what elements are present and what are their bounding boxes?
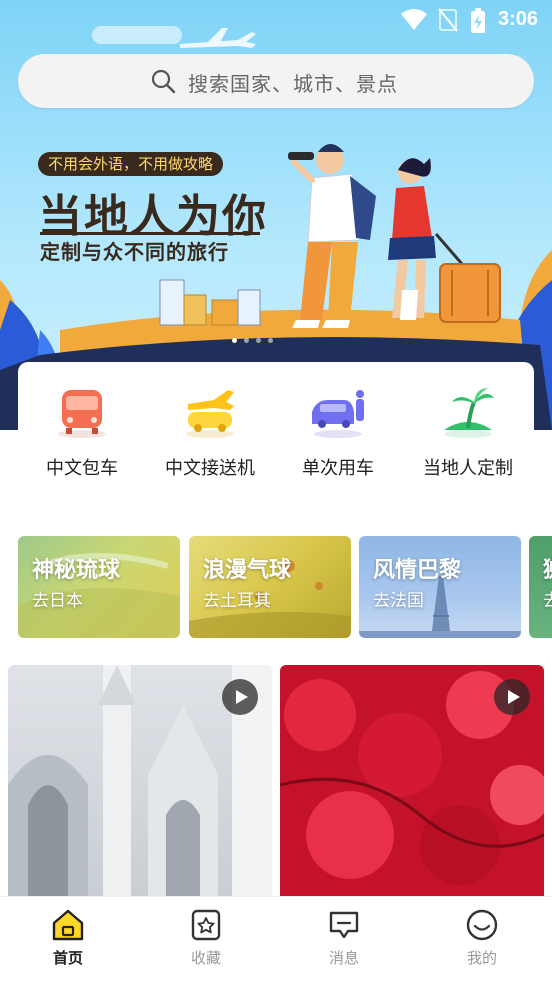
pagination-dot <box>268 338 273 343</box>
profile-icon <box>466 909 498 941</box>
nav-label: 收藏 <box>190 949 221 967</box>
destination-title: 风情巴黎 <box>373 558 462 583</box>
service-item-local-custom[interactable]: 当地人定制 <box>408 384 528 480</box>
destination-card-partial[interactable]: 狮 去 <box>529 536 552 638</box>
destination-title: 神秘琉球 <box>32 558 121 583</box>
wifi-icon <box>401 9 427 30</box>
search-input[interactable]: 搜索国家、城市、景点 <box>18 54 534 108</box>
video-card-church[interactable] <box>8 665 272 897</box>
destination-card-okinawa[interactable]: 神秘琉球 去日本 <box>18 536 180 638</box>
destination-card-turkey[interactable]: 浪漫气球 去土耳其 <box>189 536 351 638</box>
favorites-icon <box>191 909 221 941</box>
destination-card-paris[interactable]: 风情巴黎 去法国 <box>359 536 521 638</box>
airport-car-icon <box>186 390 234 438</box>
bottom-navigation: 首页 收藏 消息 我的 <box>0 896 552 981</box>
home-icon <box>52 909 84 941</box>
pagination-dot <box>232 338 237 343</box>
car-driver-icon <box>312 390 364 438</box>
service-item-airport-transfer[interactable]: 中文接送机 <box>150 384 270 480</box>
destination-subtitle: 去日本 <box>32 591 83 611</box>
pagination-dot <box>256 338 261 343</box>
nav-label: 首页 <box>52 949 83 967</box>
nav-item-messages[interactable]: 消息 <box>304 907 384 968</box>
search-placeholder: 搜索国家、城市、景点 <box>188 72 398 96</box>
service-item-charter[interactable]: 中文包车 <box>22 384 142 480</box>
status-bar: 3:06 <box>0 0 552 40</box>
battery-charging-icon <box>471 8 485 33</box>
play-button[interactable] <box>494 679 530 715</box>
video-card-red-leaves[interactable] <box>280 665 544 897</box>
bus-icon <box>58 390 106 438</box>
nav-label: 消息 <box>328 949 359 967</box>
service-label: 中文包车 <box>46 458 118 479</box>
nav-label: 我的 <box>466 949 497 967</box>
play-button[interactable] <box>222 679 258 715</box>
island-palm-icon <box>444 388 494 438</box>
no-sim-icon <box>438 8 458 32</box>
service-item-single-ride[interactable]: 单次用车 <box>278 384 398 480</box>
destination-title: 浪漫气球 <box>203 558 292 583</box>
service-label: 中文接送机 <box>165 458 255 479</box>
play-icon <box>236 690 248 704</box>
pagination-dot <box>244 338 249 343</box>
nav-item-favorites[interactable]: 收藏 <box>166 907 246 968</box>
search-icon <box>151 69 176 94</box>
nav-item-profile[interactable]: 我的 <box>442 907 522 968</box>
messages-icon <box>329 911 359 939</box>
service-label: 单次用车 <box>302 458 374 479</box>
destination-subtitle: 去土耳其 <box>203 591 271 611</box>
destination-subtitle: 去 <box>543 591 552 611</box>
service-label: 当地人定制 <box>423 458 513 479</box>
service-grid: 中文包车 中文接送机 单次用车 当地人定制 <box>18 362 534 502</box>
destination-subtitle: 去法国 <box>373 591 424 611</box>
destination-carousel[interactable]: 神秘琉球 去日本 浪漫气球 去土耳其 风情巴黎 去法国 狮 去 <box>0 536 552 638</box>
banner-pagination <box>232 338 292 344</box>
play-icon <box>508 690 520 704</box>
destination-title: 狮 <box>543 552 552 584</box>
nav-item-home[interactable]: 首页 <box>28 907 108 968</box>
status-time: 3:06 <box>497 8 538 30</box>
